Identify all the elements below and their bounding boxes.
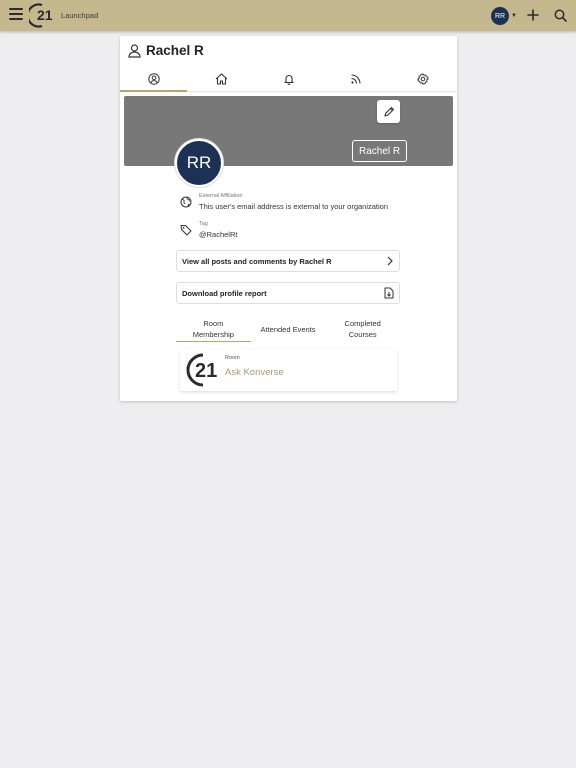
download-report-label: Download profile report [182, 288, 267, 298]
room-logo-text: 21 [195, 360, 217, 382]
user-menu-button[interactable]: RR ▼ [491, 7, 517, 25]
user-circle-icon [148, 72, 160, 85]
chevron-right-icon [387, 256, 393, 266]
tag-section: Tag @RachelRt [179, 221, 237, 239]
gear-icon [417, 72, 429, 85]
view-posts-label: View all posts and comments by Rachel R [182, 256, 332, 266]
top-bar: 21 Launchpad RR ▼ [0, 0, 576, 31]
caret-down-icon: ▼ [511, 13, 517, 19]
membership-tabs: Room Membership Attended Events Complete… [176, 316, 400, 342]
globe-icon [180, 196, 192, 208]
tab-feed[interactable] [322, 66, 389, 91]
profile-banner: Rachel R [124, 96, 453, 166]
file-download-icon [384, 287, 394, 299]
tab-room-membership-label: Room Membership [192, 319, 234, 339]
tab-home[interactable] [187, 66, 254, 91]
plus-icon[interactable] [524, 6, 542, 24]
app-name: Launchpad [61, 11, 99, 20]
tag-label: Tag [199, 221, 208, 227]
affiliation-label: External Affiliation [199, 193, 243, 199]
svg-text:21: 21 [37, 7, 53, 23]
pencil-icon [383, 106, 394, 117]
room-card[interactable]: 21 Room Ask Konverse [180, 349, 397, 391]
tab-notifications[interactable] [255, 66, 322, 91]
home-icon [215, 72, 227, 85]
affiliation-value: This user's email address is external to… [199, 202, 389, 211]
tab-attended-events-label: Attended Events [260, 324, 316, 334]
user-icon [128, 43, 141, 58]
tab-completed-courses[interactable]: Completed Courses [325, 316, 400, 342]
room-name: Ask Konverse [225, 367, 284, 378]
banner-name-tag: Rachel R [352, 140, 408, 162]
tab-completed-courses-label: Completed Courses [344, 319, 381, 339]
view-posts-button[interactable]: View all posts and comments by Rachel R [176, 250, 400, 272]
room-label: Room [225, 355, 240, 361]
bell-icon [283, 74, 294, 85]
tab-profile[interactable] [120, 66, 188, 92]
tab-attended-events[interactable]: Attended Events [251, 316, 326, 342]
profile-header: Rachel R [128, 43, 204, 58]
tag-value: @RachelRt [199, 230, 238, 239]
avatar: RR [491, 7, 509, 25]
profile-avatar: RR [175, 139, 223, 187]
profile-card: Rachel R Rachel R RR External Affiliatio… [120, 36, 457, 401]
edit-banner-button[interactable] [377, 100, 400, 123]
tag-icon [180, 225, 192, 236]
page-title: Rachel R [146, 43, 204, 58]
room-logo: 21 [186, 353, 217, 387]
feed-icon [351, 73, 361, 84]
tab-room-membership[interactable]: Room Membership [176, 316, 251, 342]
profile-tabs [120, 66, 457, 92]
download-report-button[interactable]: Download profile report [176, 282, 400, 304]
search-icon[interactable] [551, 6, 569, 24]
hamburger-menu-icon[interactable] [9, 8, 23, 20]
century21-logo[interactable]: 21 [29, 2, 57, 29]
external-affiliation-section: External Affiliation This user's email a… [179, 193, 388, 211]
tab-settings[interactable] [390, 66, 457, 91]
